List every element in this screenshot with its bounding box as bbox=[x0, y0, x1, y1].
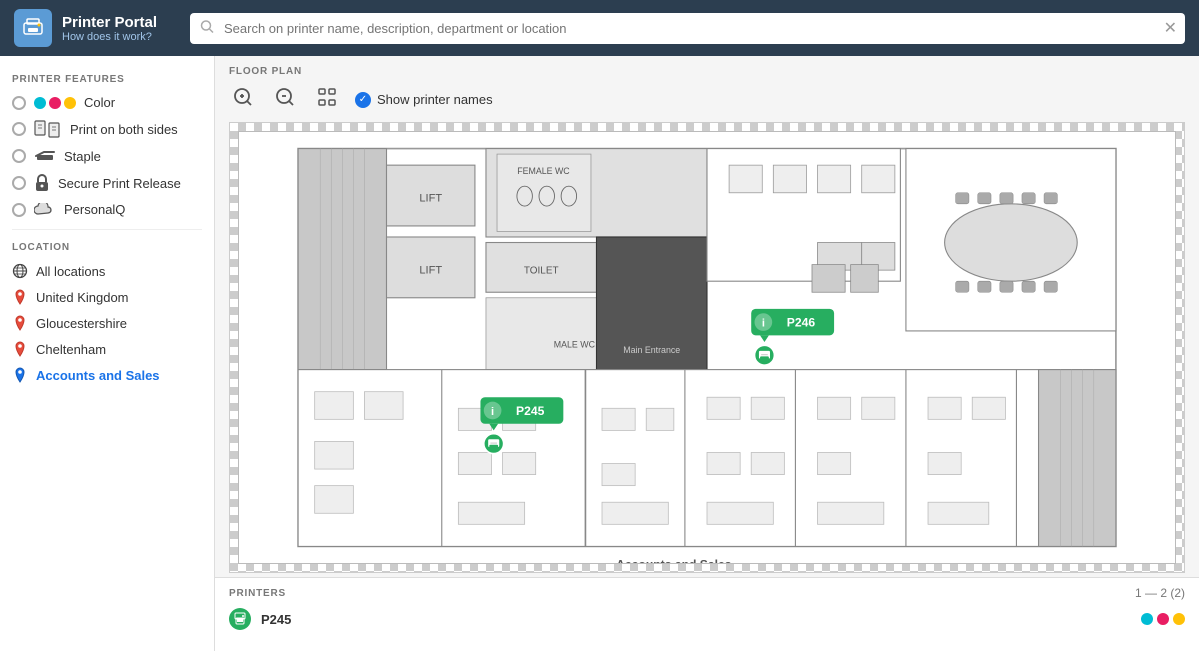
floor-plan-svg: LIFT LIFT FEMALE WC bbox=[239, 132, 1175, 563]
logo-text: Printer Portal How does it work? bbox=[62, 14, 157, 43]
location-all[interactable]: All locations bbox=[12, 263, 202, 279]
color-dots-icon bbox=[34, 97, 76, 109]
location-gloucestershire[interactable]: Gloucestershire bbox=[12, 315, 202, 331]
svg-text:Main Entrance: Main Entrance bbox=[623, 345, 680, 355]
globe-icon bbox=[12, 263, 28, 279]
svg-text:Accounts and Sales: Accounts and Sales bbox=[616, 558, 732, 563]
feature-secure[interactable]: Secure Print Release bbox=[12, 174, 202, 192]
location-section-title: LOCATION bbox=[12, 242, 202, 253]
floor-plan-inner: LIFT LIFT FEMALE WC bbox=[238, 131, 1176, 564]
svg-text:P246: P246 bbox=[787, 316, 816, 330]
dot-pink bbox=[49, 97, 61, 109]
location-uk[interactable]: United Kingdom bbox=[12, 289, 202, 305]
printer-row-p245[interactable]: P245 bbox=[229, 608, 1185, 630]
search-bar: ✕ bbox=[190, 13, 1185, 44]
svg-text:MALE WC: MALE WC bbox=[554, 340, 596, 350]
location-pin-icon-2 bbox=[12, 315, 28, 331]
app-subtitle: How does it work? bbox=[62, 31, 157, 43]
location-pin-icon bbox=[12, 289, 28, 305]
logo-block: Printer Portal How does it work? bbox=[14, 9, 174, 47]
show-names-check: ✓ bbox=[355, 92, 371, 108]
sidebar: PRINTER FEATURES Color bbox=[0, 56, 215, 651]
feature-color-radio[interactable] bbox=[12, 96, 26, 110]
location-cheltenham[interactable]: Cheltenham bbox=[12, 341, 202, 357]
svg-text:FEMALE WC: FEMALE WC bbox=[517, 166, 570, 176]
feature-color-label: Color bbox=[84, 95, 115, 110]
feature-secure-label: Secure Print Release bbox=[58, 176, 181, 191]
svg-text:LIFT: LIFT bbox=[419, 193, 442, 205]
printers-section-title: PRINTERS bbox=[229, 588, 286, 599]
svg-text:i: i bbox=[762, 318, 765, 330]
feature-staple[interactable]: Staple bbox=[12, 148, 202, 164]
main-layout: PRINTER FEATURES Color bbox=[0, 56, 1199, 651]
floor-plan-section: FLOOR PLAN bbox=[215, 56, 1199, 577]
cloud-icon bbox=[34, 203, 56, 217]
dot-yellow bbox=[64, 97, 76, 109]
duplex-icon bbox=[34, 120, 62, 138]
location-accounts[interactable]: Accounts and Sales bbox=[12, 367, 202, 383]
location-pin-blue-icon bbox=[12, 367, 28, 383]
feature-duplex-label: Print on both sides bbox=[70, 122, 178, 137]
app-title: Printer Portal bbox=[62, 14, 157, 31]
zoom-out-button[interactable] bbox=[271, 85, 299, 114]
feature-personalq[interactable]: PersonalQ bbox=[12, 202, 202, 217]
sidebar-divider bbox=[12, 229, 202, 230]
feature-staple-radio[interactable] bbox=[12, 149, 26, 163]
show-names-label: Show printer names bbox=[377, 92, 493, 107]
floor-plan-toolbar: ✓ Show printer names bbox=[229, 85, 1185, 114]
printers-count: 1 — 2 (2) bbox=[1135, 586, 1185, 600]
feature-personalq-label: PersonalQ bbox=[64, 202, 125, 217]
location-all-label: All locations bbox=[36, 264, 105, 279]
printer-dot-cyan bbox=[1141, 613, 1153, 625]
location-uk-label: United Kingdom bbox=[36, 290, 129, 305]
search-clear-button[interactable]: ✕ bbox=[1164, 18, 1177, 38]
printer-dot-pink bbox=[1157, 613, 1169, 625]
bottom-section: PRINTERS 1 — 2 (2) P245 bbox=[215, 577, 1199, 651]
svg-text:P245: P245 bbox=[516, 404, 545, 418]
content-area: FLOOR PLAN bbox=[215, 56, 1199, 651]
floor-plan-title: FLOOR PLAN bbox=[229, 66, 1185, 77]
feature-duplex[interactable]: Print on both sides bbox=[12, 120, 202, 138]
printers-header: PRINTERS 1 — 2 (2) bbox=[229, 586, 1185, 600]
features-section-title: PRINTER FEATURES bbox=[12, 74, 202, 85]
staple-icon bbox=[34, 148, 56, 164]
svg-text:i: i bbox=[491, 406, 494, 418]
fit-screen-button[interactable] bbox=[313, 85, 341, 114]
printer-row-icon bbox=[229, 608, 251, 630]
dot-cyan bbox=[34, 97, 46, 109]
search-icon bbox=[200, 20, 214, 37]
lock-icon bbox=[34, 174, 50, 192]
feature-personalq-radio[interactable] bbox=[12, 203, 26, 217]
location-cheltenham-label: Cheltenham bbox=[36, 342, 106, 357]
svg-text:TOILET: TOILET bbox=[524, 265, 559, 276]
printer-feature-dots bbox=[1141, 613, 1185, 625]
feature-secure-radio[interactable] bbox=[12, 176, 26, 190]
feature-color[interactable]: Color bbox=[12, 95, 202, 110]
app-header: Printer Portal How does it work? ✕ bbox=[0, 0, 1199, 56]
zoom-in-button[interactable] bbox=[229, 85, 257, 114]
printer-dot-yellow bbox=[1173, 613, 1185, 625]
feature-duplex-radio[interactable] bbox=[12, 122, 26, 136]
search-input[interactable] bbox=[190, 13, 1185, 44]
feature-staple-label: Staple bbox=[64, 149, 101, 164]
printer-row-name: P245 bbox=[261, 612, 291, 627]
location-accounts-label: Accounts and Sales bbox=[36, 368, 160, 383]
floor-plan-canvas: LIFT LIFT FEMALE WC bbox=[229, 122, 1185, 573]
location-gloucestershire-label: Gloucestershire bbox=[36, 316, 127, 331]
svg-text:LIFT: LIFT bbox=[419, 264, 442, 276]
app-logo-icon bbox=[14, 9, 52, 47]
location-pin-icon-3 bbox=[12, 341, 28, 357]
show-names-toggle[interactable]: ✓ Show printer names bbox=[355, 92, 493, 108]
